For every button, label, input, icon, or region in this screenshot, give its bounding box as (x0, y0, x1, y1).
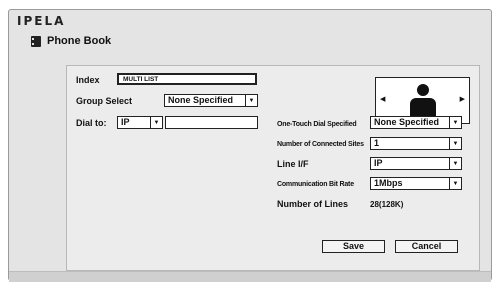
bit-rate-value: 1Mbps (374, 178, 403, 188)
group-select-dropdown[interactable]: None Specified ▼ (164, 94, 258, 107)
next-arrow-icon[interactable]: ▶ (460, 96, 465, 103)
main-window: IPELA Phone Book Index MULTI LIST Group … (8, 9, 492, 282)
group-select-value: None Specified (168, 95, 234, 105)
chevron-down-icon: ▼ (449, 117, 461, 128)
status-bar (9, 271, 491, 282)
line-if-label: Line I/F (277, 159, 309, 169)
previous-arrow-icon[interactable]: ◀ (380, 96, 385, 103)
number-of-lines-value: 28(128K) (370, 200, 404, 209)
ipela-logo: IPELA (17, 14, 66, 28)
page-title: Phone Book (47, 35, 112, 47)
group-select-label: Group Select (76, 96, 133, 106)
person-icon (410, 84, 436, 118)
chevron-down-icon: ▼ (245, 95, 257, 106)
connected-sites-value: 1 (374, 138, 380, 148)
chevron-down-icon: ▼ (449, 138, 461, 149)
one-touch-dial-label: One-Touch Dial Specified (277, 121, 357, 128)
index-field[interactable]: MULTI LIST (117, 73, 257, 85)
connected-sites-dropdown[interactable]: 1 ▼ (370, 137, 462, 150)
dial-address-field[interactable] (165, 116, 258, 129)
dial-type-dropdown[interactable]: IP ▼ (117, 116, 163, 129)
dial-to-label: Dial to: (76, 118, 107, 128)
bit-rate-dropdown[interactable]: 1Mbps ▼ (370, 177, 462, 190)
dial-type-value: IP (121, 117, 130, 127)
cancel-button[interactable]: Cancel (395, 240, 458, 253)
chevron-down-icon: ▼ (150, 117, 162, 128)
number-of-lines-label: Number of Lines (277, 199, 349, 209)
line-if-value: IP (374, 158, 383, 168)
index-label: Index (76, 75, 100, 85)
bit-rate-label: Communication Bit Rate (277, 181, 354, 188)
chevron-down-icon: ▼ (449, 158, 461, 169)
phone-book-icon (31, 35, 41, 47)
chevron-down-icon: ▼ (449, 178, 461, 189)
one-touch-dial-value: None Specified (374, 117, 440, 127)
header: Phone Book (31, 35, 111, 47)
one-touch-dial-dropdown[interactable]: None Specified ▼ (370, 116, 462, 129)
save-button[interactable]: Save (322, 240, 385, 253)
connected-sites-label: Number of Connected Sites (277, 141, 364, 148)
line-if-dropdown[interactable]: IP ▼ (370, 157, 462, 170)
